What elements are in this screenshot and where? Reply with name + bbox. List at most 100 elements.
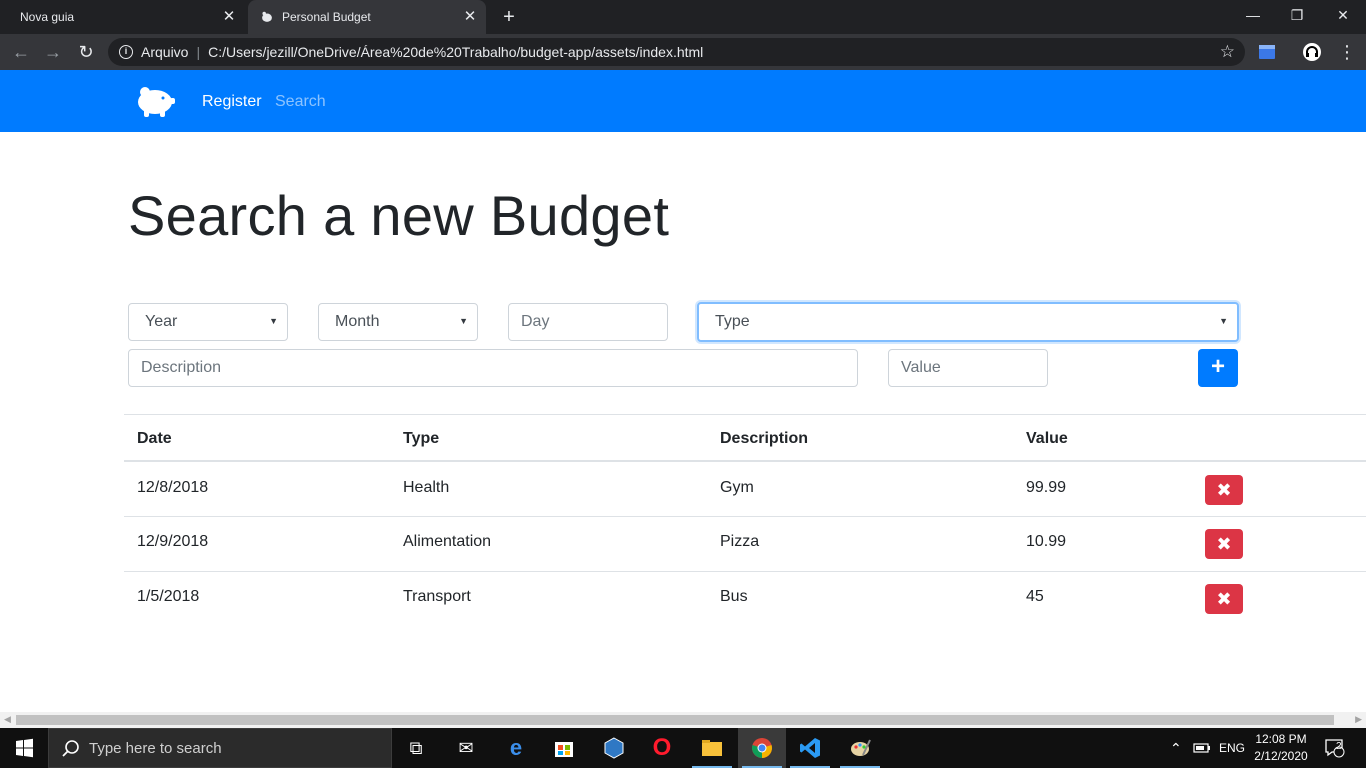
search-icon [62, 740, 79, 757]
cell-value: 10.99 [1026, 533, 1067, 550]
minimize-button[interactable]: — [1230, 0, 1276, 30]
delete-button[interactable]: ✖ [1205, 584, 1243, 614]
browser-menu-icon[interactable]: ⋮ [1336, 41, 1358, 63]
reload-icon[interactable]: ↻ [75, 41, 97, 63]
paint-icon[interactable] [836, 728, 884, 768]
close-tab-icon[interactable]: ✕ [221, 9, 237, 25]
cell-value: 99.99 [1026, 479, 1067, 496]
battery-icon[interactable] [1193, 728, 1211, 768]
address-bar[interactable]: i Arquivo | C:/Users/jezill/OneDrive/Áre… [108, 38, 1245, 66]
month-select-value: Month [335, 313, 380, 330]
scroll-left-arrow-icon[interactable]: ◀ [4, 714, 11, 725]
column-header-description: Description [720, 430, 809, 447]
plus-icon: + [1210, 353, 1225, 380]
delete-button[interactable]: ✖ [1205, 475, 1243, 505]
day-input[interactable]: Day [508, 303, 668, 341]
close-icon: ✖ [1216, 589, 1232, 609]
description-input[interactable]: Description [128, 349, 858, 387]
cell-type: Transport [403, 588, 471, 605]
cell-date: 12/9/2018 [137, 533, 209, 550]
month-select[interactable]: Month ▼ [318, 303, 478, 341]
cell-type: Alimentation [403, 533, 492, 550]
column-header-type: Type [403, 430, 440, 447]
address-separator: | [196, 44, 201, 60]
delete-button[interactable]: ✖ [1205, 529, 1243, 559]
table-row: 1/5/2018 Transport Bus 45 ✖ [124, 571, 1366, 626]
chevron-down-icon: ▼ [269, 316, 278, 326]
horizontal-scrollbar[interactable]: ◀ ▶ [0, 712, 1366, 728]
cell-description: Gym [720, 479, 754, 496]
url-text[interactable]: C:/Users/jezill/OneDrive/Área%20de%20Tra… [208, 44, 703, 60]
back-arrow-icon[interactable]: ← [10, 41, 32, 63]
opera-icon[interactable]: O [638, 728, 686, 768]
clock-date: 2/12/2020 [1254, 749, 1308, 763]
task-view-icon[interactable]: ⧉ [392, 728, 440, 768]
show-hidden-icons-chevron-icon[interactable]: ⌃ [1170, 728, 1182, 768]
day-placeholder: Day [521, 313, 550, 330]
value-input[interactable]: Value [888, 349, 1048, 387]
close-window-button[interactable]: ✕ [1320, 0, 1366, 30]
description-placeholder: Description [141, 359, 222, 376]
nav-link-search[interactable]: Search [275, 93, 326, 111]
piggy-bank-favicon-icon [262, 11, 272, 22]
store-icon[interactable] [540, 728, 588, 768]
page-title: Search a new Budget [128, 184, 670, 247]
value-placeholder: Value [901, 359, 941, 376]
tab-nova-guia[interactable]: Nova guia ✕ [0, 0, 245, 34]
cell-date: 12/8/2018 [137, 479, 209, 496]
column-header-value: Value [1026, 430, 1068, 447]
cell-description: Bus [720, 588, 748, 605]
cell-value: 45 [1026, 588, 1044, 605]
file-explorer-icon[interactable] [688, 728, 736, 768]
scrollbar-thumb[interactable] [16, 715, 1334, 725]
virtualbox-icon[interactable] [590, 728, 638, 768]
close-icon: ✖ [1216, 534, 1232, 554]
bookmark-star-icon[interactable]: ☆ [1220, 42, 1235, 62]
security-label: Arquivo [141, 44, 189, 60]
tab-personal-budget[interactable]: Personal Budget ✕ [248, 0, 486, 34]
cell-description: Pizza [720, 533, 760, 550]
app-navbar: Register Search [0, 70, 1366, 132]
type-select-value: Type [715, 313, 750, 330]
notification-count: 2 [1336, 741, 1342, 752]
action-center-icon[interactable]: 2 [1324, 728, 1346, 768]
table-row: 12/9/2018 Alimentation Pizza 10.99 ✖ [124, 516, 1366, 571]
chevron-down-icon: ▼ [459, 316, 468, 326]
nav-link-register[interactable]: Register [202, 93, 262, 111]
table-row: 12/8/2018 Health Gym 99.99 ✖ [124, 460, 1366, 515]
year-select-value: Year [145, 313, 178, 330]
taskbar-search-placeholder: Type here to search [89, 739, 222, 757]
cell-type: Health [403, 479, 450, 496]
language-indicator[interactable]: ENG [1219, 728, 1245, 768]
browser-toolbar: ← → ↻ i Arquivo | C:/Users/jezill/OneDri… [0, 34, 1366, 70]
close-tab-icon[interactable]: ✕ [462, 9, 478, 25]
year-select[interactable]: Year ▼ [128, 303, 288, 341]
edge-icon[interactable]: e [492, 728, 540, 768]
info-icon[interactable]: i [119, 45, 133, 59]
taskbar-search-box[interactable]: Type here to search [48, 728, 392, 768]
system-clock[interactable]: 12:08 PM 2/12/2020 [1248, 731, 1314, 765]
forward-arrow-icon[interactable]: → [42, 41, 64, 63]
chevron-down-icon: ▼ [1219, 316, 1228, 326]
column-header-date: Date [137, 430, 172, 447]
chrome-icon[interactable] [738, 728, 786, 768]
windows-taskbar: Type here to search ⧉ ✉ e O ⌃ ENG 12:08 … [0, 728, 1366, 768]
close-icon: ✖ [1216, 480, 1232, 500]
restore-button[interactable]: ❐ [1274, 0, 1320, 30]
browser-tab-bar: Nova guia ✕ Personal Budget ✕ + — ❐ ✕ [0, 0, 1366, 34]
extension-icon[interactable] [1257, 42, 1277, 62]
budget-table [124, 414, 1366, 415]
tab-title: Personal Budget [282, 10, 371, 24]
scroll-right-arrow-icon[interactable]: ▶ [1355, 714, 1362, 725]
piggy-bank-icon[interactable] [134, 83, 176, 119]
add-search-button[interactable]: + [1198, 349, 1238, 387]
windows-start-icon[interactable] [0, 728, 48, 768]
cell-date: 1/5/2018 [137, 588, 200, 605]
new-tab-button[interactable]: + [498, 6, 520, 28]
type-select[interactable]: Type ▼ [697, 302, 1239, 342]
mail-icon[interactable]: ✉ [442, 728, 490, 768]
headphones-extension-icon[interactable] [1302, 42, 1322, 62]
clock-time: 12:08 PM [1255, 732, 1307, 746]
vscode-icon[interactable] [786, 728, 834, 768]
tab-title: Nova guia [20, 10, 75, 24]
